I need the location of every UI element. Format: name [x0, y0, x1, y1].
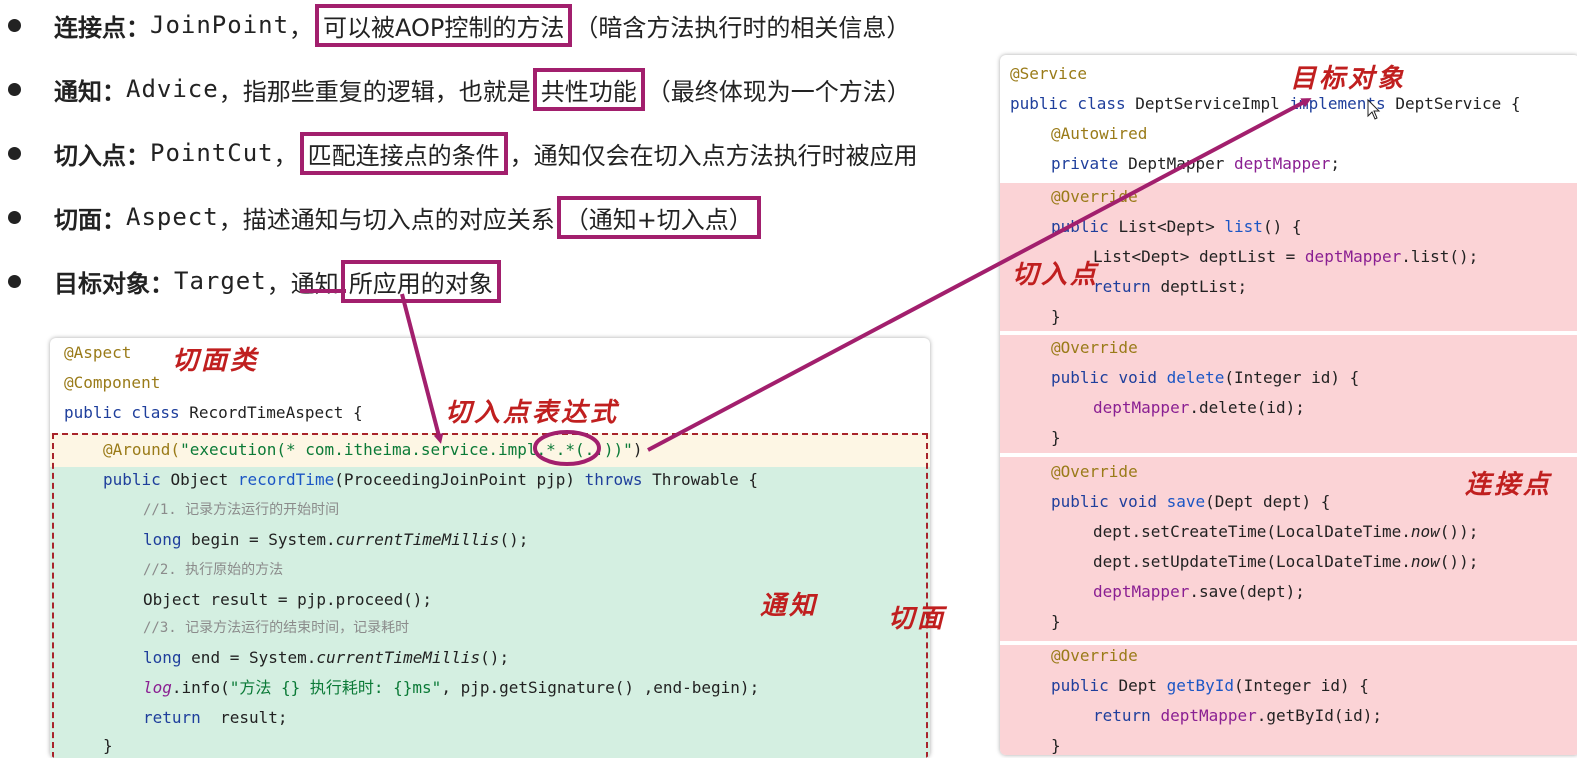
- code-line: @Override: [1051, 646, 1138, 665]
- code-line: @Autowired: [1051, 124, 1148, 143]
- code-line: @Override: [1051, 187, 1138, 206]
- code-line: }: [1051, 736, 1061, 755]
- code-line: log.info("方法 {} 执行耗时: {}ms", pjp.getSign…: [143, 678, 760, 697]
- handwritten-pointcut-expression: 切入点表达式: [445, 398, 620, 428]
- code-line: public Dept getById(Integer id) {: [1051, 676, 1369, 695]
- code-line: @Around("execution(* com.itheima.service…: [103, 440, 643, 459]
- handwritten-advice: 通知: [760, 591, 819, 621]
- term: 通知：: [54, 77, 126, 106]
- term: 切面：: [54, 205, 126, 234]
- code-line: private DeptMapper deptMapper;: [1051, 154, 1340, 173]
- term: 目标对象：: [54, 269, 174, 298]
- code-line: }: [1051, 428, 1061, 447]
- term: 连接点：: [54, 13, 150, 42]
- bullet-aspect: 切面： Aspect ，描述通知与切入点的对应关系 （通知+切入点）: [0, 195, 960, 239]
- term: 切入点：: [54, 141, 150, 170]
- code-line: }: [103, 736, 113, 755]
- bullet-dot: [8, 274, 21, 288]
- code-comment: //2. 执行原始的方法: [143, 562, 284, 578]
- code-line: List<Dept> deptList = deptMapper.list();: [1093, 247, 1479, 266]
- code-line: long end = System.currentTimeMillis();: [143, 648, 510, 667]
- handwritten-pointcut: 切入点: [1012, 260, 1100, 290]
- description: ，描述通知与切入点的对应关系: [218, 205, 555, 234]
- handwritten-joinpoint: 连接点: [1465, 470, 1553, 500]
- highlight-box: 共性功能: [532, 67, 645, 111]
- code-line: public Object recordTime(ProceedingJoinP…: [103, 470, 759, 489]
- bullet-target: 目标对象： Target ，通知 所应用的对象: [0, 259, 960, 303]
- highlight-box: 所应用的对象: [340, 259, 501, 303]
- handwritten-target: 目标对象: [1290, 64, 1407, 94]
- code-line: dept.setUpdateTime(LocalDateTime.now());: [1093, 552, 1479, 571]
- term-code: Aspect: [126, 203, 219, 231]
- description: ，指那些重复的逻辑，也就是: [218, 77, 531, 106]
- code-line: }: [1051, 307, 1061, 326]
- bullet-dot: [8, 210, 21, 224]
- code-line: public List<Dept> list() {: [1051, 217, 1302, 236]
- code-line: return deptMapper.getById(id);: [1093, 706, 1382, 725]
- code-line: long begin = System.currentTimeMillis();: [143, 530, 529, 549]
- code-line: return result;: [143, 708, 288, 727]
- description: ，通知: [266, 269, 339, 298]
- highlight-box: 可以被AOP控制的方法: [315, 3, 573, 47]
- code-line: return deptList;: [1093, 277, 1248, 296]
- term-code: Target: [174, 267, 267, 295]
- term-code: PointCut: [150, 139, 274, 167]
- code-line: @Override: [1051, 338, 1138, 357]
- bullet-dot: [8, 18, 21, 32]
- highlight-box: 匹配连接点的条件: [299, 131, 508, 175]
- bullet-pointcut: 切入点： PointCut ， 匹配连接点的条件 ，通知仅会在切入点方法执行时被…: [0, 131, 960, 175]
- description: （暗含方法执行时的相关信息）: [574, 13, 911, 42]
- code-line: dept.setCreateTime(LocalDateTime.now());: [1093, 522, 1479, 541]
- description: （最终体现为一个方法）: [646, 77, 911, 106]
- description: ，通知仅会在切入点方法执行时被应用: [509, 141, 918, 170]
- handwritten-aspect: 切面: [888, 604, 947, 634]
- term-code: Advice: [126, 75, 219, 103]
- handwritten-aspect-class: 切面类: [172, 346, 260, 376]
- separator: ，: [273, 141, 298, 170]
- code-line: deptMapper.save(dept);: [1093, 582, 1305, 601]
- separator: ，: [289, 13, 314, 42]
- code-comment: //1. 记录方法运行的开始时间: [143, 502, 340, 518]
- target-code-panel: @Service public class DeptServiceImpl im…: [1000, 55, 1577, 755]
- code-line: deptMapper.delete(id);: [1093, 398, 1305, 417]
- bullet-dot: [8, 82, 21, 96]
- bullet-joinpoint: 连接点： JoinPoint ， 可以被AOP控制的方法 （暗含方法执行时的相关…: [0, 3, 960, 47]
- code-line: }: [1051, 612, 1061, 631]
- bullet-dot: [8, 146, 21, 160]
- highlight-box: （通知+切入点）: [556, 195, 761, 239]
- code-line: public void delete(Integer id) {: [1051, 368, 1360, 387]
- term-code: JoinPoint: [150, 11, 290, 39]
- bullet-advice: 通知： Advice ，指那些重复的逻辑，也就是 共性功能 （最终体现为一个方法…: [0, 67, 960, 111]
